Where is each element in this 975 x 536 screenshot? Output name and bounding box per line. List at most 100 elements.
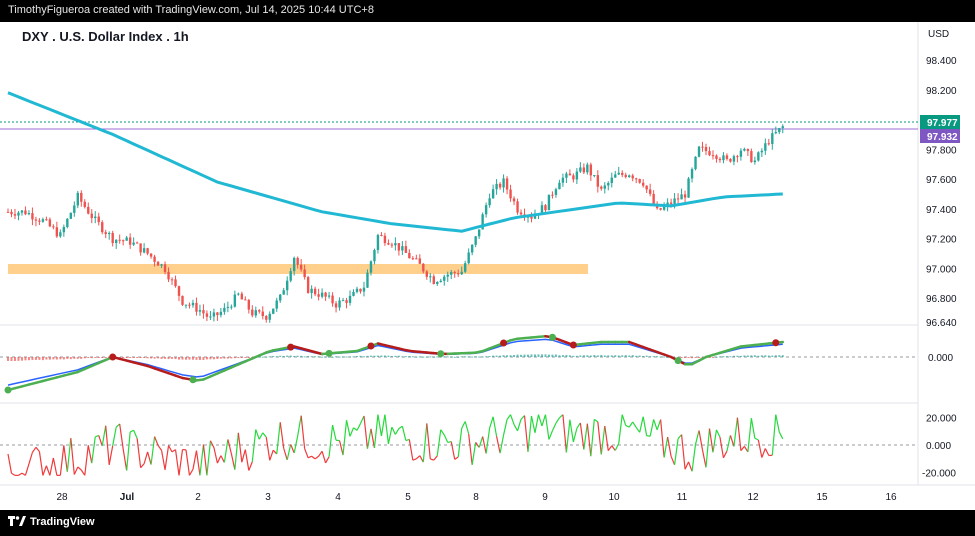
candle-body <box>310 288 313 293</box>
osc1-cross-dot <box>569 341 577 349</box>
candle-body <box>519 212 523 215</box>
time-tick-label: 16 <box>885 492 897 503</box>
osc2-segment <box>318 450 323 457</box>
candle-body <box>579 167 582 172</box>
chart-frame: TimothyFigueroa created with TradingView… <box>0 0 975 536</box>
candle-body <box>191 302 195 306</box>
osc1-hist-bar <box>411 356 414 358</box>
osc1-hist-bar <box>376 355 379 357</box>
osc1-hist-bar <box>408 356 411 358</box>
osc1-hist-bar <box>272 356 275 358</box>
osc2-segment <box>195 450 201 476</box>
symbol-title[interactable]: DXY . U.S. Dollar Index . 1h <box>22 29 189 44</box>
osc2-segment <box>168 445 173 453</box>
osc2-segment <box>761 448 766 458</box>
candle-body <box>638 179 641 183</box>
osc1-hist-bar <box>446 356 449 358</box>
osc1-hist-bar <box>240 357 243 358</box>
candle-body <box>355 288 359 292</box>
osc2-segment <box>384 414 390 444</box>
osc2-segment <box>478 436 484 448</box>
osc1-hist-bar <box>303 356 306 358</box>
candle-body <box>163 264 167 272</box>
osc2-segment <box>154 436 159 446</box>
time-tick-label: 4 <box>335 492 341 503</box>
osc1-hist-bar <box>659 356 662 358</box>
osc1-main-line <box>6 335 785 392</box>
candle-body <box>383 235 387 244</box>
osc2-segment <box>576 422 581 429</box>
osc1-hist-bar <box>694 357 697 358</box>
osc2-segment <box>283 448 288 461</box>
osc1-hist-bar <box>575 355 578 357</box>
candle-body <box>352 291 355 296</box>
candle-body <box>589 164 593 176</box>
osc2-segment <box>590 419 595 457</box>
candle-body <box>394 243 397 246</box>
osc1-hist-bar <box>547 354 550 357</box>
candle-body <box>118 239 121 241</box>
candle-body <box>313 288 317 295</box>
osc2-segment <box>237 432 243 463</box>
osc1-hist-bar <box>171 357 174 359</box>
candle-body <box>648 189 652 194</box>
candle-body <box>223 307 226 312</box>
osc1-hist-bar <box>732 355 735 357</box>
candle-body <box>767 143 771 145</box>
osc2-segment <box>188 469 194 476</box>
time-axis[interactable]: 28 Jul 2 3 4 5 8 9 10 11 12 15 16 <box>56 492 897 503</box>
candle-body <box>149 253 153 257</box>
osc1-hist-bar <box>87 357 90 359</box>
candle-body <box>718 158 722 161</box>
candle-body <box>209 316 212 318</box>
osc2-segment <box>621 414 627 426</box>
candle-body <box>341 300 345 302</box>
currency-label[interactable]: USD <box>928 29 949 40</box>
osc1-hist-bar <box>593 355 596 357</box>
candle-body <box>331 295 334 304</box>
osc2-segment <box>513 424 519 432</box>
candle-body <box>265 316 268 320</box>
osc2-segment <box>314 455 319 460</box>
candle-body <box>593 175 596 177</box>
candle-body <box>104 232 107 235</box>
osc1-hist-bar <box>684 357 687 358</box>
candle-body <box>429 276 432 278</box>
candle-body <box>516 201 519 213</box>
osc1-hist-bar <box>45 357 48 360</box>
candle-body <box>373 250 376 262</box>
osc1-hist-bar <box>453 356 456 358</box>
osc1-hist-bar <box>247 357 250 358</box>
osc1-hist-bar <box>537 354 540 357</box>
osc1-hist-bar <box>153 357 156 359</box>
osc2-segment <box>140 463 145 469</box>
osc1-hist-bar <box>457 356 460 358</box>
tradingview-logo: TradingView <box>8 514 95 530</box>
chart-area[interactable]: 98.40098.20098.00097.80097.60097.40097.2… <box>0 22 975 510</box>
osc1-hist-bar <box>293 355 296 357</box>
candle-body <box>704 146 708 152</box>
candle-body <box>83 201 86 207</box>
osc1-hist-bar <box>10 357 13 361</box>
osc1-hist-bar <box>362 356 365 358</box>
candle-body <box>108 232 111 235</box>
osc1-axis: 0.000 <box>928 353 953 364</box>
candle-body <box>306 277 310 293</box>
candle-body <box>669 202 673 205</box>
osc1-hist-bar <box>425 356 428 358</box>
osc2-segment <box>387 427 393 445</box>
osc2-segment <box>80 469 86 476</box>
osc1-hist-bar <box>191 357 194 360</box>
candle-body <box>244 299 247 301</box>
osc1-cross-dot <box>548 333 556 341</box>
osc2-segment <box>635 427 641 433</box>
time-tick-label: Jul <box>120 492 135 503</box>
osc1-hist-bar <box>143 357 146 358</box>
price-axis[interactable]: 98.40098.20098.00097.80097.60097.40097.2… <box>926 56 957 329</box>
osc2-tick-label: -20.000 <box>922 469 956 480</box>
osc2-line <box>7 414 784 476</box>
chart-canvas[interactable]: 98.40098.20098.00097.80097.60097.40097.2… <box>0 22 975 510</box>
osc2-segment <box>740 445 745 452</box>
candle-body <box>296 257 299 265</box>
candle-body <box>362 287 366 292</box>
